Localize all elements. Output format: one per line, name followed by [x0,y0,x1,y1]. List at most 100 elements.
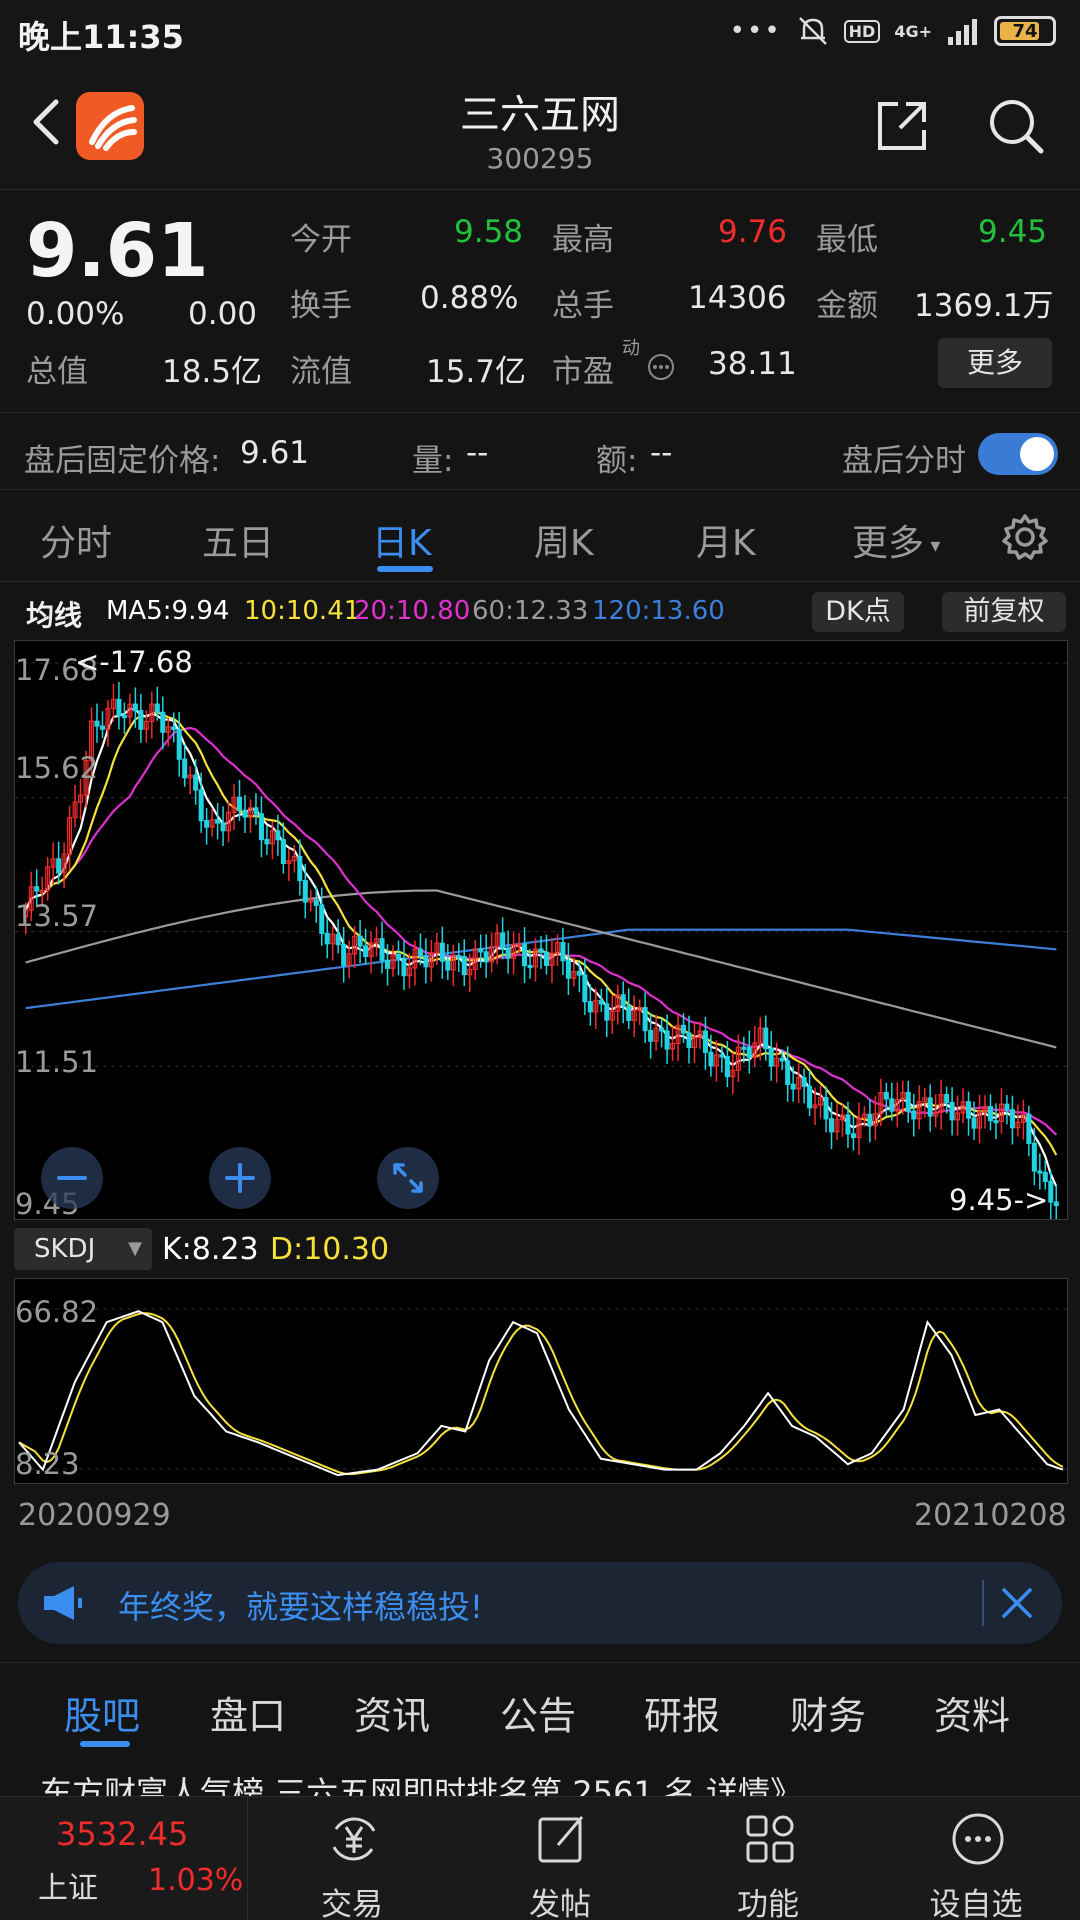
tab-monthly-k[interactable]: 月K [696,514,756,566]
banner-divider [982,1580,984,1626]
kline-candle-body [204,820,210,828]
more-dots-icon: ••• [729,16,782,46]
volume-label: 总手 [552,288,614,324]
tab-daily-k[interactable]: 日K [372,514,432,566]
kline-candle-body [889,1098,895,1112]
current-price: 9.61 [26,208,209,294]
after-amount-value: -- [650,435,673,471]
kline-candle-body [1031,1142,1037,1172]
adjust-button[interactable]: 前复权 [942,592,1066,632]
kline-candle-body [401,957,407,977]
total-value: 18.5亿 [162,354,263,390]
tab-research[interactable]: 研报 [644,1685,720,1740]
ma120-value: 120:13.60 [592,596,725,626]
period-tabs: 分时 五日 日K 周K 月K 更多 ▾ [0,492,1080,582]
tab-weekly-k[interactable]: 周K [534,514,594,566]
tab-timeshare[interactable]: 分时 [40,514,112,566]
hd-badge: HD [843,19,881,43]
settings-gear-icon[interactable] [1000,512,1050,562]
kline-candle-body [927,1097,933,1117]
minus-icon [57,1176,87,1180]
after-timeshare-toggle[interactable] [978,433,1058,475]
kline-candle-body [828,1118,835,1133]
close-icon[interactable] [998,1584,1036,1622]
tab-news[interactable]: 资讯 [354,1685,430,1740]
popularity-rank-row[interactable]: 东方财富人气榜 三六五网即时排名第 2561 名 详情》 [0,1760,1080,1796]
zoom-in-button[interactable] [209,1147,271,1209]
kline-candle-body [971,1117,977,1129]
index-value: 3532.45 [56,1815,189,1853]
float-value: 15.7亿 [426,354,527,390]
tab-more[interactable]: 更多 ▾ [852,514,940,566]
kline-candle-body [116,698,122,717]
kline-candle-body [582,974,588,1003]
dk-point-button[interactable]: DK点 [812,592,904,632]
trade-button[interactable]: 交易 [252,1797,452,1920]
tab-profile[interactable]: 资料 [934,1685,1010,1740]
add-watchlist-button[interactable]: 设自选 [876,1797,1076,1920]
skdj-legend: SKDJ ▼ K:8.23 D:10.30 [0,1226,1080,1276]
open-value: 9.58 [454,214,524,250]
fullscreen-button[interactable] [377,1147,439,1209]
kline-chart[interactable]: 17.68 15.62 13.57 11.51 9.45 <-17.68 9.4… [14,640,1068,1221]
tab-announcements[interactable]: 公告 [500,1685,576,1740]
kline-candle-body [543,951,550,966]
kline-candle-body [341,943,347,966]
high-value: 9.76 [718,214,788,250]
index-widget[interactable]: 3532.45 上证 1.03% [0,1797,248,1920]
info-dots-icon[interactable] [646,352,676,382]
watchlist-label: 设自选 [929,1887,1023,1920]
kline-candle-body [242,809,248,818]
kline-candle-body [664,1030,670,1050]
kline-candle-body [560,942,566,962]
kline-candle-body [626,1005,632,1021]
kline-candle-body [527,964,533,969]
max-price-marker: <-17.68 [75,645,193,679]
share-icon[interactable] [872,96,932,156]
kline-candle-body [883,1092,889,1100]
skdj-tick-bottom: 8.23 [15,1447,80,1481]
ma60-line [25,889,1057,1049]
kline-candle-body [275,830,281,841]
zoom-out-button[interactable] [41,1147,103,1209]
tab-pankou[interactable]: 盘口 [210,1685,286,1740]
tab-five-day[interactable]: 五日 [202,514,274,566]
tab-guba[interactable]: 股吧 [64,1685,140,1740]
kline-candle-body [423,955,429,968]
kline-candle-body [215,819,221,824]
skdj-svg [15,1308,1067,1477]
mute-bell-icon [798,17,827,45]
stock-header: 三六五网 300295 [0,66,1080,190]
kline-candle-body [642,1006,648,1032]
ma-label[interactable]: 均线 [26,594,82,634]
kline-candle-body [867,1113,873,1127]
ma20-line [24,726,1058,1136]
ma-legend: 均线 MA5:9.94 10:10.41 20:10.80 60:12.33 1… [0,590,1080,636]
skdj-d-value: D:10.30 [270,1232,390,1267]
y-tick-1: 15.62 [15,751,99,785]
status-bar: 晚上11:35 ••• HD 4G+ 74 [0,0,1080,66]
popularity-rank-text: 东方财富人气榜 三六五网即时排名第 2561 名 详情》 [40,1774,803,1796]
status-time: 晚上11:35 [18,18,184,56]
post-button[interactable]: 发帖 [460,1797,660,1920]
functions-button[interactable]: 功能 [668,1797,868,1920]
more-button[interactable]: 更多 [938,338,1052,388]
signal-icon [948,19,977,45]
kline-candle-body [313,899,319,906]
indicator-selector[interactable]: SKDJ ▼ [14,1228,152,1270]
skdj-chart[interactable]: 66.82 8.23 [14,1278,1068,1484]
kline-candle-body [171,726,177,731]
search-icon[interactable] [986,96,1046,156]
kline-candle-body [478,948,484,953]
functions-label: 功能 [737,1887,799,1920]
open-label: 今开 [290,222,352,258]
kline-candle-body [253,807,259,815]
kline-candle-body [198,789,204,822]
active-tab-indicator [377,566,433,572]
kline-candle-body [598,999,604,1005]
kline-candle-body [763,1027,769,1050]
kline-candle-body [1026,1113,1032,1144]
tab-finance[interactable]: 财务 [790,1685,866,1740]
promo-banner[interactable]: 年终奖，就要这样稳稳投! [18,1562,1062,1644]
kline-candle-body [587,1001,593,1013]
